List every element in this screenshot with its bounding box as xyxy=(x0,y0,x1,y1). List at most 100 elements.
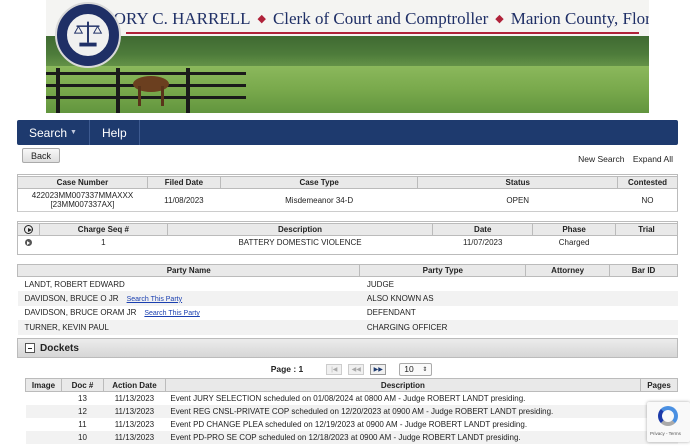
case-number-alt: [23MM007337AX] xyxy=(50,200,115,209)
col-party-name: Party Name xyxy=(16,264,361,277)
expand-all-charges[interactable] xyxy=(17,223,40,236)
page-indicator: Page : 1 xyxy=(270,364,304,374)
top-links: New Search Expand All xyxy=(572,154,673,164)
seal-scales-icon xyxy=(66,13,110,57)
header-banner: GREGORY C. HARRELL ◆ Clerk of Court and Co… xyxy=(46,0,649,113)
docket-description: Event PD CHANGE PLEA scheduled on 12/19/… xyxy=(170,419,528,429)
recaptcha-links[interactable]: Privacy - Terms xyxy=(650,431,681,436)
chevron-down-icon: ▼ xyxy=(70,129,77,136)
party-bar-id xyxy=(609,320,678,335)
updown-icon: ⇕ xyxy=(422,366,428,373)
col-docket-description: Description xyxy=(164,378,641,392)
party-attorney xyxy=(525,320,610,335)
case-number: 422023MM007337MMAXXX [23MM007337AX] xyxy=(17,188,148,212)
parties-table: Party Name Party Type Attorney Bar ID LA… xyxy=(16,264,678,335)
party-name: DAVIDSON, BRUCE ORAM JR xyxy=(24,308,137,318)
docket-image xyxy=(25,404,62,418)
banner-fence-image xyxy=(46,68,246,113)
case-type: Misdemeanor 34-D xyxy=(220,188,418,212)
charge-phase: Charged xyxy=(558,237,590,247)
party-row: TURNER, KEVIN PAUL CHARGING OFFICER xyxy=(17,320,678,335)
charge-trial xyxy=(616,236,678,249)
next-page-button[interactable]: ▶▶ xyxy=(370,363,387,375)
new-search-link[interactable]: New Search xyxy=(578,154,624,164)
docket-image xyxy=(26,392,62,405)
party-attorney xyxy=(526,277,610,292)
docket-doc: 11 xyxy=(78,419,87,429)
col-image: Image xyxy=(25,378,62,392)
col-case-number: Case Number xyxy=(17,176,148,189)
party-type: ALSO KNOWN AS xyxy=(359,291,526,306)
banner-trees xyxy=(46,36,649,70)
diamond-icon: ◆ xyxy=(495,13,504,25)
clerk-office: Clerk of Court and Comptroller xyxy=(272,9,489,28)
party-attorney xyxy=(525,291,610,306)
collapse-icon xyxy=(25,343,35,353)
charge-description: BATTERY DOMESTIC VIOLENCE xyxy=(238,237,362,247)
dockets-table: Image Doc # Action Date Description Page… xyxy=(25,378,679,444)
col-contested: Contested xyxy=(617,176,678,189)
party-bar-id xyxy=(609,291,678,306)
docket-pager: Page : 1 |◀ ◀◀ ▶▶ 10 ⇕ xyxy=(25,361,678,377)
col-pages: Pages xyxy=(639,378,679,392)
banner-title: GREGORY C. HARRELL ◆ Clerk of Court and Co… xyxy=(46,0,649,38)
docket-date: 11/13/2023 xyxy=(103,404,166,418)
case-contested: NO xyxy=(617,188,678,212)
charge-seq: 1 xyxy=(101,237,106,247)
play-circle-icon xyxy=(24,239,32,247)
back-button[interactable]: Back xyxy=(22,148,60,163)
party-type: JUDGE xyxy=(366,279,395,289)
search-this-party-link[interactable]: Search This Party xyxy=(144,310,200,317)
case-status: OPEN xyxy=(417,188,618,212)
expand-charge-button[interactable] xyxy=(18,236,40,249)
dockets-title: Dockets xyxy=(40,342,79,354)
docket-doc: 10 xyxy=(61,430,104,444)
charge-row: 1 BATTERY DOMESTIC VIOLENCE 11/07/2023 C… xyxy=(18,236,678,249)
search-this-party-link[interactable]: Search This Party xyxy=(127,296,183,303)
col-doc-number: Doc # xyxy=(60,378,104,392)
main-nav: Search ▼ Help xyxy=(17,120,678,145)
col-case-type: Case Type xyxy=(219,176,419,189)
dockets-section-toggle[interactable]: Dockets xyxy=(17,338,678,358)
party-type: DEFENDANT xyxy=(366,308,416,318)
party-name: TURNER, KEVIN PAUL xyxy=(17,320,360,335)
docket-row: 12 11/13/2023 Event REG CNSL-PRIVATE COP… xyxy=(25,404,678,418)
recaptcha-icon xyxy=(658,406,678,426)
party-name: DAVIDSON, BRUCE O JR xyxy=(24,293,119,303)
docket-description: Event JURY SELECTION scheduled on 01/08/… xyxy=(170,393,526,403)
case-summary-table: Case Number Filed Date Case Type Status … xyxy=(17,176,678,212)
party-row: LANDT, ROBERT EDWARD JUDGE xyxy=(18,277,678,292)
nav-help[interactable]: Help xyxy=(90,120,140,145)
county-name: Marion County, Florida xyxy=(510,9,649,28)
col-attorney: Attorney xyxy=(525,264,611,277)
party-row: DAVIDSON, BRUCE ORAM JR Search This Party… xyxy=(18,306,678,321)
col-status: Status xyxy=(417,176,619,189)
prev-page-button[interactable]: ◀◀ xyxy=(348,363,365,375)
clerk-seal-logo xyxy=(55,2,121,68)
charge-date: 11/07/2023 xyxy=(462,237,503,247)
expand-all-link[interactable]: Expand All xyxy=(633,154,673,164)
docket-row: 13 11/13/2023 Event JURY SELECTION sched… xyxy=(26,392,678,405)
docket-row: 11 11/13/2023 Event PD CHANGE PLEA sched… xyxy=(26,418,678,431)
page-size-select[interactable]: 10 ⇕ xyxy=(399,362,433,376)
col-action-date: Action Date xyxy=(102,378,166,392)
charges-table: Charge Seq # Description Date Phase Tria… xyxy=(17,223,678,249)
party-name: LANDT, ROBERT EDWARD xyxy=(24,279,125,289)
col-charge-seq: Charge Seq # xyxy=(38,223,168,236)
col-phase: Phase xyxy=(532,223,617,236)
filed-date: 11/08/2023 xyxy=(147,188,221,212)
nav-search-menu[interactable]: Search ▼ xyxy=(17,120,90,145)
first-page-button[interactable]: |◀ xyxy=(326,363,343,375)
col-trial: Trial xyxy=(615,223,678,236)
recaptcha-badge[interactable]: Privacy - Terms xyxy=(647,402,690,442)
play-circle-icon xyxy=(23,225,33,235)
docket-doc: 13 xyxy=(78,393,87,403)
party-row: DAVIDSON, BRUCE O JR Search This Party AL… xyxy=(17,291,678,306)
col-description: Description xyxy=(166,223,434,236)
docket-date: 11/13/2023 xyxy=(114,393,155,403)
col-date: Date xyxy=(432,223,534,236)
party-type: CHARGING OFFICER xyxy=(359,320,526,335)
diamond-icon: ◆ xyxy=(257,13,266,25)
docket-description: Event PD-PRO SE COP scheduled on 12/18/2… xyxy=(165,430,641,444)
docket-image xyxy=(25,430,62,444)
